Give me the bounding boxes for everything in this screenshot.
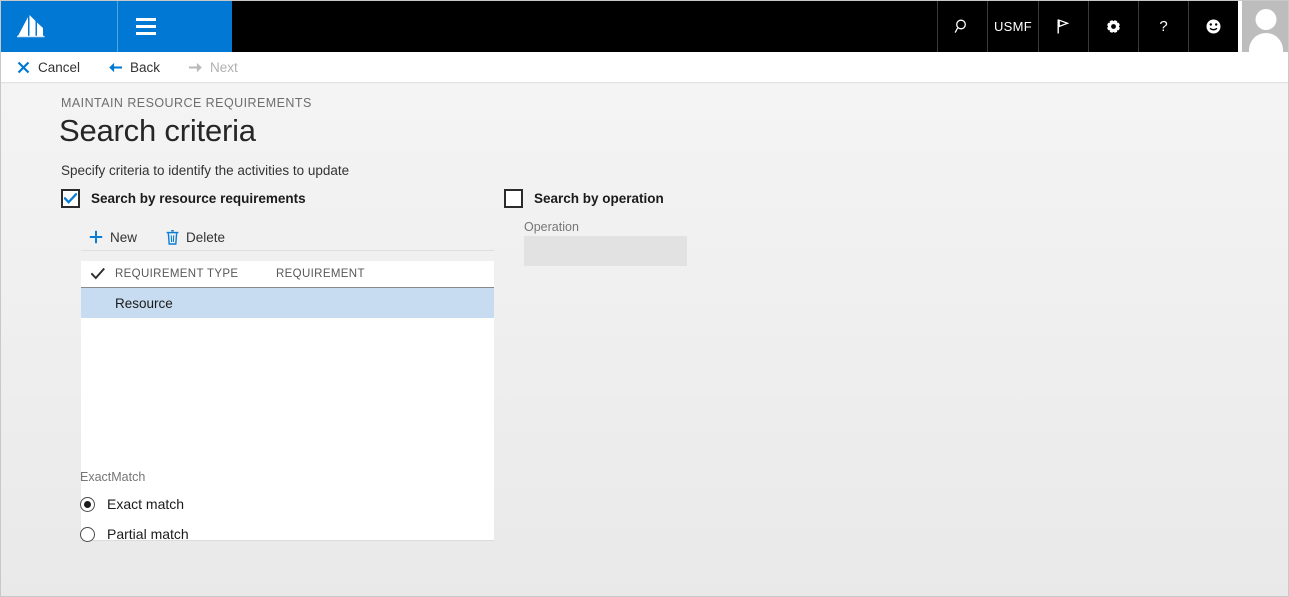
page-content: MAINTAIN RESOURCE REQUIREMENTS Search cr…: [1, 84, 1288, 596]
exact-match-group-label: ExactMatch: [80, 470, 146, 484]
next-button-label: Next: [210, 59, 238, 75]
grid-header-row: REQUIREMENT TYPE REQUIREMENT: [81, 261, 494, 288]
settings-gear-icon[interactable]: [1088, 1, 1138, 52]
help-icon[interactable]: ?: [1138, 1, 1188, 52]
search-icon[interactable]: [937, 1, 987, 52]
radio-unselected-icon: [80, 526, 95, 542]
operation-input[interactable]: [524, 236, 687, 266]
page-subtitle: Specify criteria to identify the activit…: [61, 163, 350, 178]
radio-selected-icon: [80, 496, 95, 512]
delete-button[interactable]: Delete: [157, 228, 233, 247]
new-button[interactable]: New: [81, 228, 145, 247]
trash-icon: [165, 229, 179, 245]
arrow-left-icon: [108, 60, 123, 75]
new-button-label: New: [110, 229, 138, 245]
table-row[interactable]: Resource: [81, 288, 494, 318]
user-avatar[interactable]: [1238, 1, 1288, 52]
avatar-head: [1255, 9, 1277, 30]
exact-match-radio[interactable]: Exact match: [80, 496, 184, 512]
back-button-label: Back: [130, 59, 161, 75]
arrow-right-icon: [188, 60, 203, 75]
next-button: Next: [185, 57, 247, 78]
help-icon-glyph: ?: [1159, 18, 1168, 35]
close-icon: [16, 60, 31, 75]
hamburger-menu-icon[interactable]: [118, 1, 173, 52]
cell-requirement-type[interactable]: Resource: [115, 296, 276, 311]
delete-button-label: Delete: [186, 229, 226, 245]
search-by-resource-requirements-label: Search by resource requirements: [91, 191, 306, 206]
partial-match-radio-label: Partial match: [107, 526, 189, 542]
column-header-requirement-type[interactable]: REQUIREMENT TYPE: [115, 268, 276, 280]
top-navigation-bar: USMF ?: [1, 1, 1288, 52]
cancel-button[interactable]: Cancel: [13, 57, 89, 78]
search-by-operation-checkbox[interactable]: Search by operation: [504, 189, 664, 208]
column-header-requirement[interactable]: REQUIREMENT: [276, 268, 494, 280]
cancel-button-label: Cancel: [38, 59, 81, 75]
select-all-checkmark-icon[interactable]: [81, 268, 115, 280]
grid-toolbar: New Delete: [81, 224, 494, 251]
wizard-action-bar: Cancel Back Next: [1, 52, 1288, 83]
plus-icon: [89, 230, 103, 245]
dynamics-365-logo[interactable]: [1, 1, 61, 52]
page-title: Search criteria: [59, 113, 256, 148]
partial-match-radio[interactable]: Partial match: [80, 526, 189, 542]
flag-icon[interactable]: [1038, 1, 1088, 52]
avatar-body: [1249, 33, 1283, 52]
checkbox-checked-icon: [61, 189, 80, 208]
search-by-operation-label: Search by operation: [534, 191, 664, 206]
operation-field-label: Operation: [524, 220, 579, 234]
exact-match-radio-label: Exact match: [107, 496, 185, 512]
application-window: USMF ? Cancel Back Next MAINTAIN RESOURC…: [0, 0, 1289, 597]
company-selector-label: USMF: [993, 19, 1033, 34]
back-button[interactable]: Back: [105, 57, 169, 78]
breadcrumb: MAINTAIN RESOURCE REQUIREMENTS: [61, 96, 312, 110]
company-selector[interactable]: USMF: [987, 1, 1038, 52]
search-by-resource-requirements-checkbox[interactable]: Search by resource requirements: [61, 189, 306, 208]
top-nav-icon-group: USMF ?: [937, 1, 1288, 52]
feedback-smiley-icon[interactable]: [1188, 1, 1238, 52]
checkbox-unchecked-icon: [504, 189, 523, 208]
brand-block: [1, 1, 232, 52]
